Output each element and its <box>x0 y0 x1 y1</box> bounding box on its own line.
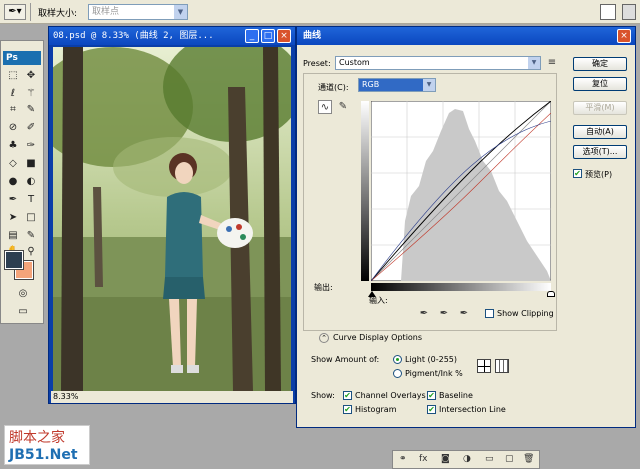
path-select-icon[interactable]: ➤ <box>5 211 21 225</box>
auto-button[interactable]: 自动(A) <box>573 125 627 139</box>
separator <box>30 3 31 21</box>
preset-select[interactable]: Custom ▼ <box>335 56 541 70</box>
zoom-status[interactable]: 8.33% <box>51 391 293 403</box>
preset-options-icon[interactable]: ≡ <box>545 56 559 70</box>
dodge-icon[interactable]: ◐ <box>23 175 39 189</box>
light-label: Light (0-255) <box>405 355 457 364</box>
chevron-down-icon: ▼ <box>423 79 435 91</box>
group-icon[interactable]: ▭ <box>485 454 494 464</box>
channel-overlays-checkbox[interactable]: ✔ <box>343 391 352 400</box>
grid-simple-icon[interactable] <box>477 359 491 373</box>
maximize-button[interactable]: □ <box>261 29 275 43</box>
options-bar: ✒▾ 取样大小: 取样点 ▼ <box>0 0 640 24</box>
pigment-radio[interactable] <box>393 369 402 378</box>
intersection-line-label: Intersection Line <box>439 405 506 414</box>
ps-logo: Ps <box>3 51 41 65</box>
histogram-checkbox[interactable]: ✔ <box>343 405 352 414</box>
show-clipping-checkbox[interactable] <box>485 309 494 318</box>
quick-mask-icon[interactable]: ◎ <box>15 287 31 301</box>
mask-icon[interactable]: ◙ <box>441 454 450 464</box>
marquee-icon[interactable]: ⬚ <box>5 69 21 83</box>
channel-overlays-label: Channel Overlays <box>355 391 426 400</box>
intersection-line-checkbox[interactable]: ✔ <box>427 405 436 414</box>
curve-display-label: Curve Display Options <box>333 333 423 342</box>
crop-icon[interactable]: ⌗ <box>5 103 21 117</box>
preset-label: Preset: <box>303 59 331 68</box>
preview-checkbox[interactable]: ✔ <box>573 169 582 178</box>
layers-toolbar: ⚭ fx ◙ ◑ ▭ ▢ 🗑 <box>392 450 540 469</box>
collapse-options-icon[interactable]: ⌃ <box>319 333 329 343</box>
curve-graph[interactable] <box>371 101 551 281</box>
dialog-close-button[interactable]: × <box>617 29 631 43</box>
curve-point-icon[interactable]: ∿ <box>318 100 332 114</box>
grid-detailed-icon[interactable] <box>495 359 509 373</box>
output-label: 输出: <box>314 283 333 292</box>
smooth-button[interactable]: 平滑(M) <box>573 101 627 115</box>
foreground-color-swatch[interactable] <box>4 250 24 270</box>
watermark-logo: 脚本之家 JB51.Net <box>4 425 90 465</box>
black-eyedropper-icon[interactable]: ✒ <box>417 307 431 321</box>
shape-icon[interactable]: □ <box>23 211 39 225</box>
new-layer-icon[interactable]: ▢ <box>505 454 514 464</box>
show-amount-label: Show Amount of: <box>311 355 380 364</box>
sample-size-label: 取样大小: <box>38 9 78 19</box>
show-label: Show: <box>311 391 335 400</box>
ok-button[interactable]: 确定 <box>573 57 627 71</box>
pen-icon[interactable]: ✒ <box>5 193 21 207</box>
output-gradient-bar <box>361 101 369 281</box>
blur-icon[interactable]: ● <box>5 175 21 189</box>
heal-icon[interactable]: ⊘ <box>5 121 21 135</box>
trash-icon[interactable]: 🗑 <box>523 454 534 464</box>
pigment-label: Pigment/Ink % <box>405 369 463 378</box>
eyedropper2-icon[interactable]: ✎ <box>23 229 39 243</box>
show-clipping-label: Show Clipping <box>497 309 554 318</box>
pencil-icon[interactable]: ✎ <box>336 100 350 114</box>
channel-select[interactable]: RGB ▼ <box>358 78 436 92</box>
light-radio[interactable] <box>393 355 402 364</box>
stamp-icon[interactable]: ♣ <box>5 139 21 153</box>
input-label: 输入: <box>369 296 388 305</box>
palette-well-icon[interactable] <box>622 4 636 20</box>
canvas-photo[interactable] <box>53 47 291 391</box>
baseline-checkbox[interactable]: ✔ <box>427 391 436 400</box>
adjustment-icon[interactable]: ◑ <box>463 454 471 464</box>
baseline-label: Baseline <box>439 391 473 400</box>
wand-icon[interactable]: ⚚ <box>23 87 39 101</box>
zoom-icon[interactable]: ⚲ <box>23 245 39 259</box>
chevron-down-icon: ▼ <box>174 5 187 19</box>
lasso-icon[interactable]: ℓ <box>5 87 21 101</box>
watermark-line1: 脚本之家 <box>9 430 65 446</box>
screen-mode-icon[interactable]: ▭ <box>15 305 31 319</box>
white-eyedropper-icon[interactable]: ✒ <box>457 307 471 321</box>
histogram-label: Histogram <box>355 405 397 414</box>
chevron-down-icon: ▼ <box>528 57 540 69</box>
dialog-title: 曲线 <box>297 27 635 45</box>
brush-icon[interactable]: ✐ <box>23 121 39 135</box>
workspace-icon[interactable] <box>600 4 616 20</box>
white-point-slider[interactable] <box>547 291 555 297</box>
curves-dialog: 曲线 × Preset: Custom ▼ ≡ 通道(C): RGB ▼ ∿ ✎ 输… <box>296 26 636 428</box>
preview-label: 预览(P) <box>585 170 613 179</box>
gradient-icon[interactable]: ■ <box>23 157 39 171</box>
move-icon[interactable]: ✥ <box>23 69 39 83</box>
reset-button[interactable]: 复位 <box>573 77 627 91</box>
sample-size-select[interactable]: 取样点 ▼ <box>88 4 188 20</box>
fx-icon[interactable]: fx <box>419 454 428 464</box>
options-button[interactable]: 选项(T)... <box>573 145 627 159</box>
gray-eyedropper-icon[interactable]: ✒ <box>437 307 451 321</box>
channel-label: 通道(C): <box>318 83 349 92</box>
minimize-button[interactable]: _ <box>245 29 259 43</box>
input-gradient-bar <box>371 283 551 291</box>
document-window: 08.psd @ 8.33% (曲线 2, 图层... _ □ × 8.33% <box>48 26 296 404</box>
close-button[interactable]: × <box>277 29 291 43</box>
type-icon[interactable]: T <box>23 193 39 207</box>
eyedropper-icon[interactable]: ✎ <box>23 103 39 117</box>
history-brush-icon[interactable]: ✑ <box>23 139 39 153</box>
watermark-line2: JB51.Net <box>9 447 78 463</box>
eyedropper-tool-icon[interactable]: ✒▾ <box>4 4 26 20</box>
toolbox: Ps ⬚ ✥ ℓ ⚚ ⌗ ✎ ⊘ ✐ ♣ ✑ ◇ ■ ● ◐ ✒ T ➤ □ ▤… <box>0 40 44 324</box>
notes-icon[interactable]: ▤ <box>5 229 21 243</box>
eraser-icon[interactable]: ◇ <box>5 157 21 171</box>
link-icon[interactable]: ⚭ <box>399 454 407 464</box>
